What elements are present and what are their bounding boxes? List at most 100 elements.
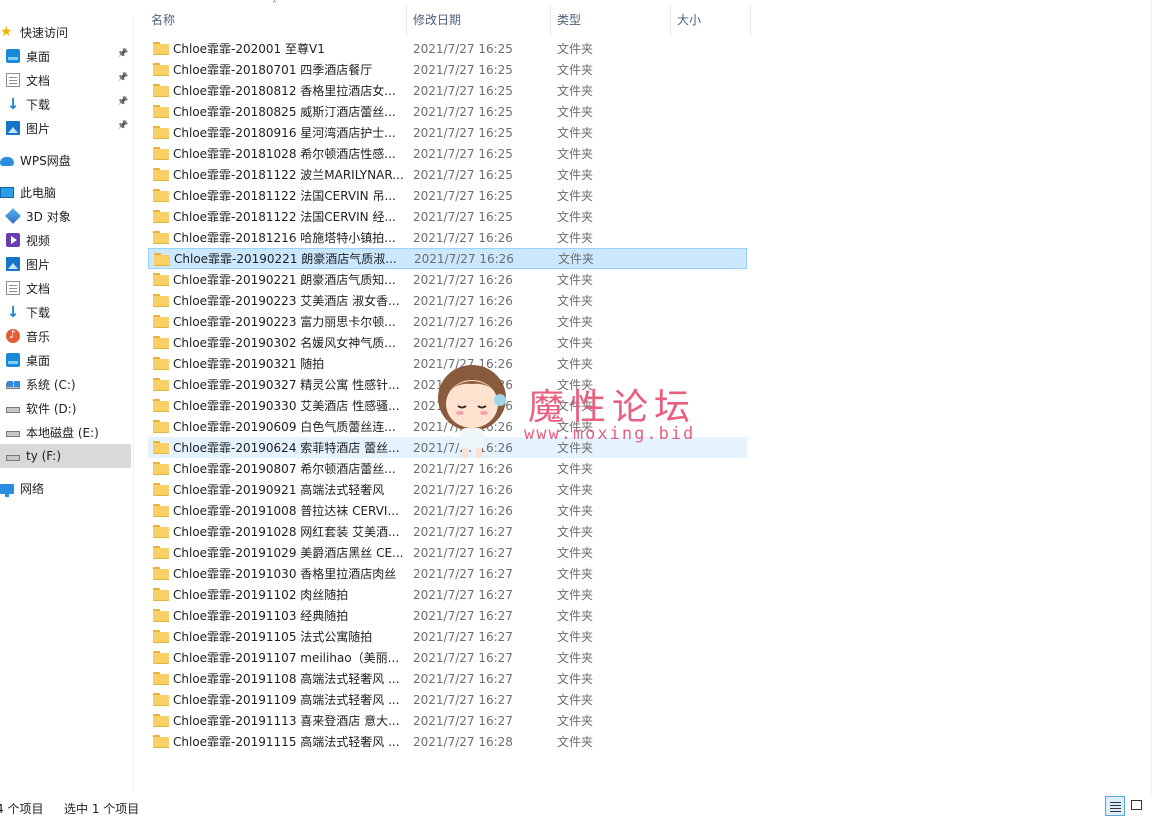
file-row[interactable]: Chloe霏霏-20180812 香格里拉酒店女... 2021/7/27 16:… <box>148 80 747 101</box>
sidebar-item[interactable]: 图片 📌 <box>0 116 131 140</box>
file-row[interactable]: Chloe霏霏-20190221 朗豪酒店气质淑... 2021/7/27 16:… <box>148 248 747 269</box>
file-date: 2021/7/27 16:26 <box>413 419 513 434</box>
file-type: 文件夹 <box>557 147 594 161</box>
column-header-type[interactable]: 类型 <box>551 6 671 36</box>
sidebar-item[interactable]: 音乐 <box>0 324 131 348</box>
file-row[interactable]: Chloe霏霏-20191103 经典随拍 2021/7/27 16:27 文件夹 <box>148 605 747 626</box>
file-row[interactable]: Chloe霏霏-20190624 索菲特酒店 蕾丝... 2021/7/27 16… <box>148 437 747 458</box>
file-row[interactable]: Chloe霏霏-20180916 星河湾酒店护士... 2021/7/27 16:… <box>148 122 747 143</box>
large-icons-view-button[interactable] <box>1127 796 1147 816</box>
file-row[interactable]: Chloe霏霏-20181216 哈施塔特小镇拍... 2021/7/27 16:… <box>148 227 747 248</box>
sidebar-item[interactable]: 文档 📌 <box>0 68 131 92</box>
sidebar-item[interactable]: 视频 <box>0 228 131 252</box>
file-row[interactable]: Chloe霏霏-20190302 名媛风女神气质... 2021/7/27 16:… <box>148 332 747 353</box>
sidebar-item[interactable]: ty (F:) <box>0 444 131 468</box>
file-date: 2021/7/27 16:26 <box>413 356 513 371</box>
folder-icon <box>153 672 169 685</box>
file-name: Chloe霏霏-20190609 白色气质蕾丝连... <box>173 420 396 434</box>
file-date: 2021/7/27 16:27 <box>413 629 513 644</box>
file-type: 文件夹 <box>557 210 594 224</box>
sidebar-item[interactable]: 本地磁盘 (E:) <box>0 420 131 444</box>
file-name: Chloe霏霏-20191107 meilihao（美丽... <box>173 651 400 665</box>
file-type: 文件夹 <box>557 735 594 749</box>
file-name: Chloe霏霏-20191029 美爵酒店黑丝 CE... <box>173 546 403 560</box>
file-date: 2021/7/27 16:26 <box>413 461 513 476</box>
column-header-date[interactable]: 修改日期 <box>407 6 551 36</box>
sidebar-item[interactable]: ★ 快速访问 <box>0 20 131 44</box>
file-type: 文件夹 <box>557 420 594 434</box>
file-row[interactable]: Chloe霏霏-20190609 白色气质蕾丝连... 2021/7/27 16:… <box>148 416 747 437</box>
cloud-icon <box>0 157 14 166</box>
sidebar-item[interactable]: ↓ 下载 📌 <box>0 92 131 116</box>
sidebar-item[interactable]: ↓ 下载 <box>0 300 131 324</box>
folder-icon <box>153 42 169 55</box>
sidebar-item[interactable]: 文档 <box>0 276 131 300</box>
folder-icon <box>153 651 169 664</box>
file-row[interactable]: Chloe霏霏-202001 至尊V1 2021/7/27 16:25 文件夹 <box>148 38 747 59</box>
folder-icon <box>153 294 169 307</box>
sidebar-item[interactable]: WPS网盘 <box>0 148 131 172</box>
file-row[interactable]: Chloe霏霏-20191102 肉丝随拍 2021/7/27 16:27 文件夹 <box>148 584 747 605</box>
folder-icon <box>153 210 169 223</box>
file-row[interactable]: Chloe霏霏-20190327 精灵公寓 性感针... 2021/7/27 16… <box>148 374 747 395</box>
column-header-name[interactable]: 名称 <box>145 6 407 36</box>
file-row[interactable]: Chloe霏霏-20190330 艾美酒店 性感骚... 2021/7/27 16… <box>148 395 747 416</box>
file-row[interactable]: Chloe霏霏-20191108 高端法式轻奢风 ... 2021/7/27 16… <box>148 668 747 689</box>
computer-icon <box>0 186 14 198</box>
music-icon <box>6 328 20 343</box>
file-row[interactable]: Chloe霏霏-20190221 朗豪酒店气质知... 2021/7/27 16:… <box>148 269 747 290</box>
file-row[interactable]: Chloe霏霏-20190807 希尔顿酒店蕾丝... 2021/7/27 16:… <box>148 458 747 479</box>
file-row[interactable]: Chloe霏霏-20190921 高端法式轻奢风 2021/7/27 16:26 文… <box>148 479 747 500</box>
folder-icon <box>153 441 169 454</box>
file-row[interactable]: Chloe霏霏-20191109 高端法式轻奢风 ... 2021/7/27 16… <box>148 689 747 710</box>
sidebar-item-label: 音乐 <box>26 329 51 344</box>
file-row[interactable]: Chloe霏霏-20190223 富力丽思卡尔顿... 2021/7/27 16:… <box>148 311 747 332</box>
sidebar-item-label: 此电脑 <box>20 185 57 200</box>
file-row[interactable]: Chloe霏霏-20181028 希尔顿酒店性感... 2021/7/27 16:… <box>148 143 747 164</box>
file-name: Chloe霏霏-202001 至尊V1 <box>173 42 325 56</box>
file-row[interactable]: Chloe霏霏-20191030 香格里拉酒店肉丝 2021/7/27 16:27… <box>148 563 747 584</box>
file-row[interactable]: Chloe霏霏-20180825 威斯汀酒店蕾丝... 2021/7/27 16:… <box>148 101 747 122</box>
file-row[interactable]: Chloe霏霏-20181122 波兰MARILYNAR... 2021/7/27… <box>148 164 747 185</box>
file-type: 文件夹 <box>557 714 594 728</box>
folder-icon <box>153 483 169 496</box>
file-type: 文件夹 <box>557 189 594 203</box>
file-date: 2021/7/27 16:27 <box>413 524 513 539</box>
folder-icon <box>153 357 169 370</box>
file-row[interactable]: Chloe霏霏-20191105 法式公寓随拍 2021/7/27 16:27 文件… <box>148 626 747 647</box>
sidebar-item[interactable]: 桌面 <box>0 348 131 372</box>
file-name: Chloe霏霏-20191102 肉丝随拍 <box>173 588 349 602</box>
file-row[interactable]: Chloe霏霏-20190223 艾美酒店 淑女香... 2021/7/27 16… <box>148 290 747 311</box>
file-row[interactable]: Chloe霏霏-20180701 四季酒店餐厅 2021/7/27 16:25 文件… <box>148 59 747 80</box>
file-row[interactable]: Chloe霏霏-20191008 普拉达袜 CERVI... 2021/7/27 … <box>148 500 747 521</box>
file-row[interactable]: Chloe霏霏-20191028 网红套装 艾美酒... 2021/7/27 16… <box>148 521 747 542</box>
file-date: 2021/7/27 16:26 <box>414 251 514 266</box>
sidebar-item[interactable]: 图片 <box>0 252 131 276</box>
sidebar-item[interactable]: 系统 (C:) <box>0 372 131 396</box>
scrollbar-track[interactable] <box>1151 0 1155 796</box>
file-row[interactable]: Chloe霏霏-20191107 meilihao（美丽... 2021/7/27… <box>148 647 747 668</box>
details-view-button[interactable] <box>1105 796 1125 816</box>
sidebar-item-label: 3D 对象 <box>26 209 71 224</box>
sidebar-item-label: 下载 <box>26 97 51 112</box>
file-row[interactable]: Chloe霏霏-20191029 美爵酒店黑丝 CE... 2021/7/27 1… <box>148 542 747 563</box>
sidebar-item[interactable]: 3D 对象 <box>0 204 131 228</box>
file-date: 2021/7/27 16:25 <box>413 83 513 98</box>
sidebar-item-label: 下载 <box>26 305 51 320</box>
sidebar-item[interactable]: 此电脑 <box>0 180 131 204</box>
file-row[interactable]: Chloe霏霏-20181122 法国CERVIN 吊... 2021/7/27 … <box>148 185 747 206</box>
sidebar-item[interactable]: 网络 <box>0 476 131 500</box>
video-icon <box>6 233 20 247</box>
file-type: 文件夹 <box>557 126 594 140</box>
column-header-size[interactable]: 大小 <box>671 6 751 36</box>
downloads-icon: ↓ <box>6 303 20 321</box>
file-date: 2021/7/27 16:25 <box>413 209 513 224</box>
file-row[interactable]: Chloe霏霏-20181122 法国CERVIN 经... 2021/7/27 … <box>148 206 747 227</box>
sidebar-item[interactable]: 软件 (D:) <box>0 396 131 420</box>
file-name: Chloe霏霏-20190223 艾美酒店 淑女香... <box>173 294 400 308</box>
file-name: Chloe霏霏-20190327 精灵公寓 性感针... <box>173 378 400 392</box>
file-row[interactable]: Chloe霏霏-20191115 高端法式轻奢风 ... 2021/7/27 16… <box>148 731 747 752</box>
file-row[interactable]: Chloe霏霏-20191113 喜来登酒店 意大... 2021/7/27 16… <box>148 710 747 731</box>
sidebar-item[interactable]: 桌面 📌 <box>0 44 131 68</box>
file-row[interactable]: Chloe霏霏-20190321 随拍 2021/7/27 16:26 文件夹 <box>148 353 747 374</box>
